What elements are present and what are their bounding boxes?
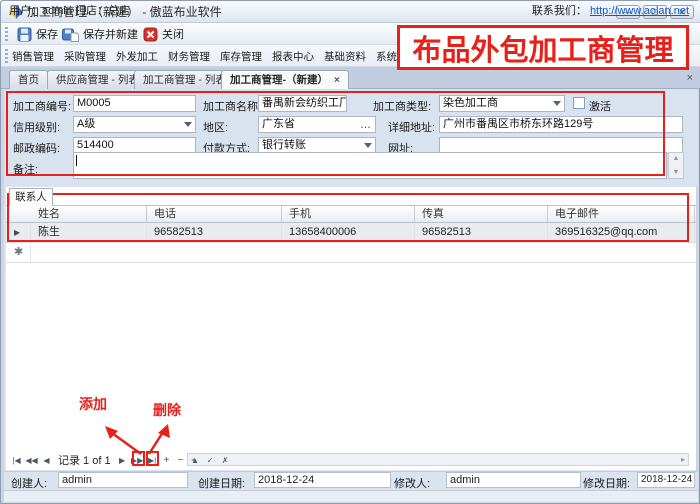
- nav-prev-icon[interactable]: ◀: [39, 456, 54, 465]
- annotation-headline-text: 布品外包加工商管理: [412, 27, 673, 69]
- credit-value: A级: [77, 118, 95, 130]
- modified-date-field: 2018-12-24: [637, 472, 695, 488]
- scroll-right-icon[interactable]: ▸: [681, 455, 685, 464]
- text-caret: [76, 155, 77, 166]
- created-date-label: 创建日期:: [198, 475, 245, 491]
- menu-reports[interactable]: 报表中心: [267, 49, 319, 64]
- annotation-delete-text: 删除: [153, 400, 181, 420]
- scroll-down-icon[interactable]: ▼: [673, 169, 680, 176]
- ellipsis-browse-icon[interactable]: …: [360, 118, 372, 133]
- address-input[interactable]: 广州市番禺区市桥东环路129号: [439, 116, 683, 133]
- code-input[interactable]: M0005: [73, 95, 196, 112]
- save-and-new-label: 保存并新建: [83, 26, 138, 42]
- credit-select[interactable]: A级: [73, 116, 196, 133]
- table-row[interactable]: ▶ 陈生 96582513 13658400006 96582513 36951…: [6, 223, 696, 243]
- save-and-new-button[interactable]: 保存并新建: [62, 25, 138, 43]
- col-fax[interactable]: 传真: [415, 206, 548, 222]
- save-icon: [17, 27, 32, 42]
- tabstrip-close-icon[interactable]: ×: [687, 72, 693, 84]
- menu-outsourcing[interactable]: 外发加工: [111, 49, 163, 64]
- menu-finance[interactable]: 财务管理: [163, 49, 215, 64]
- cell-phone[interactable]: 96582513: [147, 223, 282, 242]
- type-value: 染色加工商: [443, 97, 498, 109]
- name-input[interactable]: 番禺新会纺织工厂: [258, 95, 347, 112]
- tab-processor-new[interactable]: 加工商管理-（新建） ×: [221, 70, 349, 89]
- active-label: 激活: [589, 98, 611, 114]
- col-email[interactable]: 电子邮件: [548, 206, 695, 222]
- remark-scrollbar[interactable]: ▲ ▼: [668, 152, 684, 179]
- created-by-label: 创建人:: [11, 475, 47, 491]
- payment-value: 银行转账: [262, 139, 306, 151]
- zip-label: 邮政编码:: [13, 140, 60, 156]
- modified-by-label: 修改人:: [394, 475, 430, 491]
- menu-inventory[interactable]: 库存管理: [215, 49, 267, 64]
- col-name[interactable]: 姓名: [31, 206, 147, 222]
- region-value: 广东省: [262, 118, 295, 130]
- app-window: 加工商管理-（新建） - 傲蓝布业软件 — □ ✕ 保存 保存并新建: [0, 0, 700, 504]
- status-user-store: 用户：admin 门店：总店: [9, 2, 130, 18]
- tab-processor-new-label: 加工商管理-（新建）: [230, 74, 328, 86]
- modified-date-label: 修改日期:: [583, 475, 630, 491]
- save-label: 保存: [36, 26, 58, 42]
- chevron-down-icon[interactable]: [364, 143, 372, 148]
- name-label: 加工商名称:: [203, 98, 261, 114]
- tab-close-icon[interactable]: ×: [334, 75, 340, 86]
- modified-by-field: admin: [446, 472, 581, 488]
- toolbar-grip: [5, 27, 8, 41]
- annotation-add-text: 添加: [79, 394, 107, 414]
- status-bar: [4, 490, 698, 502]
- tab-supplier-list[interactable]: 供应商管理 - 列表: [47, 70, 148, 89]
- horizontal-scrollbar[interactable]: ◂ ▸: [187, 453, 689, 466]
- menu-basic-data[interactable]: 基础资料: [319, 49, 371, 64]
- annotation-headline-box: 布品外包加工商管理: [397, 25, 689, 70]
- nav-prev-page-icon[interactable]: ◀◀: [24, 456, 39, 465]
- new-row[interactable]: ✱: [6, 243, 696, 263]
- cell-fax[interactable]: 96582513: [415, 223, 548, 242]
- contacts-tab[interactable]: 联系人: [9, 188, 53, 206]
- contacts-header-row: 姓名 电话 手机 传真 电子邮件: [6, 206, 696, 223]
- selected-row-indicator-icon: ▶: [6, 223, 31, 242]
- code-label: 加工商编号:: [13, 98, 71, 114]
- status-contact: 联系我们： http://www.aolan.net: [532, 2, 689, 18]
- col-phone[interactable]: 电话: [147, 206, 282, 222]
- cell-mobile[interactable]: 13658400006: [282, 223, 415, 242]
- created-date-field: 2018-12-24: [254, 472, 391, 488]
- nav-first-icon[interactable]: |◀: [9, 456, 24, 465]
- contact-label: 联系我们：: [532, 5, 587, 17]
- menu-purchase[interactable]: 采购管理: [59, 49, 111, 64]
- scroll-up-icon[interactable]: ▲: [673, 155, 680, 162]
- document-tab-strip: 首页 供应商管理 - 列表 加工商管理 - 列表 加工商管理-（新建） × ×: [1, 67, 700, 89]
- website-link[interactable]: http://www.aolan.net: [590, 5, 689, 17]
- save-button[interactable]: 保存: [17, 25, 58, 43]
- address-label: 详细地址:: [388, 119, 435, 135]
- tab-processor-list[interactable]: 加工商管理 - 列表: [134, 70, 235, 89]
- nav-commit-icon[interactable]: ✓: [203, 456, 218, 465]
- close-icon: [143, 27, 158, 42]
- type-label: 加工商类型:: [373, 98, 431, 114]
- region-input[interactable]: 广东省 …: [258, 116, 376, 133]
- created-by-field: admin: [58, 472, 188, 488]
- cell-email[interactable]: 369516325@qq.com: [548, 223, 695, 242]
- col-mobile[interactable]: 手机: [282, 206, 415, 222]
- annotation-arrows: [96, 416, 186, 461]
- chevron-down-icon[interactable]: [553, 101, 561, 106]
- credit-label: 信用级别:: [13, 119, 60, 135]
- close-tab-button[interactable]: 关闭: [143, 25, 184, 43]
- new-row-indicator-icon: ✱: [6, 243, 31, 262]
- remark-label: 备注:: [13, 161, 38, 177]
- chevron-down-icon[interactable]: [184, 122, 192, 127]
- active-checkbox[interactable]: [573, 97, 585, 109]
- region-label: 地区:: [203, 119, 228, 135]
- remark-textarea[interactable]: [73, 152, 667, 179]
- menu-sales[interactable]: 销售管理: [7, 49, 59, 64]
- cell-name[interactable]: 陈生: [31, 223, 147, 242]
- nav-cancel-icon[interactable]: ✗: [218, 456, 233, 465]
- tab-home[interactable]: 首页: [9, 70, 48, 89]
- type-select[interactable]: 染色加工商: [439, 95, 565, 112]
- nav-edit-icon[interactable]: ▲: [188, 456, 203, 465]
- save-new-icon: [62, 27, 79, 42]
- close-label: 关闭: [162, 26, 184, 42]
